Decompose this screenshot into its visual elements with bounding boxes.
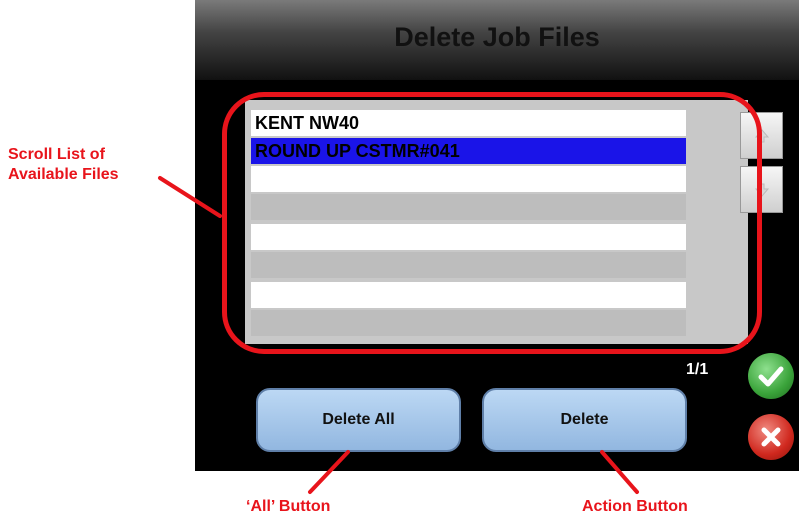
scroll-list-pointer [158,176,222,218]
action-button-pointer [600,450,639,494]
annotation-pointers [158,176,639,494]
all-button-pointer [308,450,350,494]
